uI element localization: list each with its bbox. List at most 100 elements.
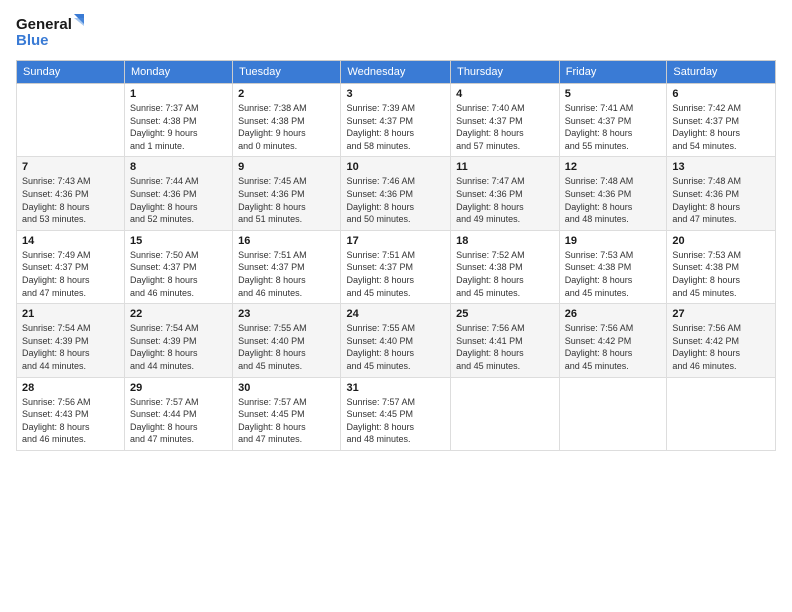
calendar-day-4: 4 Sunrise: 7:40 AM Sunset: 4:37 PM Daylig… xyxy=(451,84,560,157)
calendar-day-24: 24 Sunrise: 7:55 AM Sunset: 4:40 PM Dayli… xyxy=(341,304,451,377)
day-info: Sunrise: 7:55 AM Sunset: 4:40 PM Dayligh… xyxy=(238,322,335,372)
day-number: 4 xyxy=(456,88,554,100)
calendar-day-31: 31 Sunrise: 7:57 AM Sunset: 4:45 PM Dayli… xyxy=(341,377,451,450)
day-number: 26 xyxy=(565,308,662,320)
calendar-day-7: 7 Sunrise: 7:43 AM Sunset: 4:36 PM Daylig… xyxy=(17,157,125,230)
logo-svg: General Blue xyxy=(16,12,86,52)
day-number: 16 xyxy=(238,235,335,247)
calendar-day-20: 20 Sunrise: 7:53 AM Sunset: 4:38 PM Dayli… xyxy=(667,230,776,303)
calendar-week-row: 14Sunrise: 7:49 AM Sunset: 4:37 PM Dayli… xyxy=(17,230,776,303)
weekday-header-monday: Monday xyxy=(124,61,232,84)
day-number: 6 xyxy=(672,88,770,100)
day-info: Sunrise: 7:43 AM Sunset: 4:36 PM Dayligh… xyxy=(22,175,119,225)
weekday-header-saturday: Saturday xyxy=(667,61,776,84)
day-number: 5 xyxy=(565,88,662,100)
calendar-day-2: 2Sunrise: 7:38 AM Sunset: 4:38 PM Daylig… xyxy=(233,84,341,157)
day-number: 31 xyxy=(346,382,445,394)
page: General Blue SundayMondayTuesdayWednesda… xyxy=(0,0,792,612)
day-number: 10 xyxy=(346,161,445,173)
calendar-day-14: 14Sunrise: 7:49 AM Sunset: 4:37 PM Dayli… xyxy=(17,230,125,303)
day-number: 29 xyxy=(130,382,227,394)
day-number: 22 xyxy=(130,308,227,320)
day-number: 18 xyxy=(456,235,554,247)
day-number: 12 xyxy=(565,161,662,173)
day-info: Sunrise: 7:48 AM Sunset: 4:36 PM Dayligh… xyxy=(565,175,662,225)
calendar-day-23: 23Sunrise: 7:55 AM Sunset: 4:40 PM Dayli… xyxy=(233,304,341,377)
day-info: Sunrise: 7:39 AM Sunset: 4:37 PM Dayligh… xyxy=(346,102,445,152)
calendar-day-13: 13 Sunrise: 7:48 AM Sunset: 4:36 PM Dayli… xyxy=(667,157,776,230)
day-info: Sunrise: 7:40 AM Sunset: 4:37 PM Dayligh… xyxy=(456,102,554,152)
weekday-header-tuesday: Tuesday xyxy=(233,61,341,84)
calendar-day-28: 28 Sunrise: 7:56 AM Sunset: 4:43 PM Dayli… xyxy=(17,377,125,450)
calendar-day-8: 8 Sunrise: 7:44 AM Sunset: 4:36 PM Daylig… xyxy=(124,157,232,230)
calendar-day-26: 26 Sunrise: 7:56 AM Sunset: 4:42 PM Dayli… xyxy=(559,304,667,377)
calendar-day-15: 15 Sunrise: 7:50 AM Sunset: 4:37 PM Dayli… xyxy=(124,230,232,303)
calendar-day-6: 6 Sunrise: 7:42 AM Sunset: 4:37 PM Daylig… xyxy=(667,84,776,157)
weekday-header-wednesday: Wednesday xyxy=(341,61,451,84)
calendar-day-21: 21Sunrise: 7:54 AM Sunset: 4:39 PM Dayli… xyxy=(17,304,125,377)
day-number: 3 xyxy=(346,88,445,100)
day-number: 19 xyxy=(565,235,662,247)
day-info: Sunrise: 7:56 AM Sunset: 4:42 PM Dayligh… xyxy=(565,322,662,372)
day-info: Sunrise: 7:47 AM Sunset: 4:36 PM Dayligh… xyxy=(456,175,554,225)
day-number: 13 xyxy=(672,161,770,173)
day-number: 27 xyxy=(672,308,770,320)
day-number: 28 xyxy=(22,382,119,394)
day-info: Sunrise: 7:51 AM Sunset: 4:37 PM Dayligh… xyxy=(346,249,445,299)
day-number: 1 xyxy=(130,88,227,100)
calendar-day-9: 9 Sunrise: 7:45 AM Sunset: 4:36 PM Daylig… xyxy=(233,157,341,230)
svg-text:General: General xyxy=(16,16,72,33)
day-number: 20 xyxy=(672,235,770,247)
day-info: Sunrise: 7:55 AM Sunset: 4:40 PM Dayligh… xyxy=(346,322,445,372)
day-info: Sunrise: 7:57 AM Sunset: 4:45 PM Dayligh… xyxy=(238,396,335,446)
weekday-header-friday: Friday xyxy=(559,61,667,84)
day-number: 8 xyxy=(130,161,227,173)
day-number: 14 xyxy=(22,235,119,247)
calendar-header-row: SundayMondayTuesdayWednesdayThursdayFrid… xyxy=(17,61,776,84)
day-number: 15 xyxy=(130,235,227,247)
calendar-table: SundayMondayTuesdayWednesdayThursdayFrid… xyxy=(16,60,776,451)
day-info: Sunrise: 7:56 AM Sunset: 4:41 PM Dayligh… xyxy=(456,322,554,372)
day-number: 7 xyxy=(22,161,119,173)
calendar-day-17: 17 Sunrise: 7:51 AM Sunset: 4:37 PM Dayli… xyxy=(341,230,451,303)
calendar-day-29: 29 Sunrise: 7:57 AM Sunset: 4:44 PM Dayli… xyxy=(124,377,232,450)
calendar-day-18: 18 Sunrise: 7:52 AM Sunset: 4:38 PM Dayli… xyxy=(451,230,560,303)
logo: General Blue xyxy=(16,12,86,52)
calendar-day-16: 16Sunrise: 7:51 AM Sunset: 4:37 PM Dayli… xyxy=(233,230,341,303)
calendar-week-row: 21Sunrise: 7:54 AM Sunset: 4:39 PM Dayli… xyxy=(17,304,776,377)
day-number: 17 xyxy=(346,235,445,247)
calendar-day-12: 12 Sunrise: 7:48 AM Sunset: 4:36 PM Dayli… xyxy=(559,157,667,230)
calendar-day-11: 11Sunrise: 7:47 AM Sunset: 4:36 PM Dayli… xyxy=(451,157,560,230)
day-info: Sunrise: 7:45 AM Sunset: 4:36 PM Dayligh… xyxy=(238,175,335,225)
calendar-empty-cell xyxy=(451,377,560,450)
calendar-day-1: 1 Sunrise: 7:37 AM Sunset: 4:38 PM Daylig… xyxy=(124,84,232,157)
day-info: Sunrise: 7:42 AM Sunset: 4:37 PM Dayligh… xyxy=(672,102,770,152)
day-info: Sunrise: 7:56 AM Sunset: 4:43 PM Dayligh… xyxy=(22,396,119,446)
day-number: 25 xyxy=(456,308,554,320)
calendar-day-22: 22 Sunrise: 7:54 AM Sunset: 4:39 PM Dayli… xyxy=(124,304,232,377)
calendar-day-27: 27 Sunrise: 7:56 AM Sunset: 4:42 PM Dayli… xyxy=(667,304,776,377)
calendar-day-30: 30 Sunrise: 7:57 AM Sunset: 4:45 PM Dayli… xyxy=(233,377,341,450)
day-info: Sunrise: 7:50 AM Sunset: 4:37 PM Dayligh… xyxy=(130,249,227,299)
weekday-header-sunday: Sunday xyxy=(17,61,125,84)
day-info: Sunrise: 7:57 AM Sunset: 4:45 PM Dayligh… xyxy=(346,396,445,446)
day-info: Sunrise: 7:44 AM Sunset: 4:36 PM Dayligh… xyxy=(130,175,227,225)
calendar-day-3: 3 Sunrise: 7:39 AM Sunset: 4:37 PM Daylig… xyxy=(341,84,451,157)
day-number: 24 xyxy=(346,308,445,320)
day-info: Sunrise: 7:54 AM Sunset: 4:39 PM Dayligh… xyxy=(130,322,227,372)
day-info: Sunrise: 7:37 AM Sunset: 4:38 PM Dayligh… xyxy=(130,102,227,152)
day-number: 30 xyxy=(238,382,335,394)
day-info: Sunrise: 7:57 AM Sunset: 4:44 PM Dayligh… xyxy=(130,396,227,446)
weekday-header-thursday: Thursday xyxy=(451,61,560,84)
day-info: Sunrise: 7:46 AM Sunset: 4:36 PM Dayligh… xyxy=(346,175,445,225)
day-info: Sunrise: 7:53 AM Sunset: 4:38 PM Dayligh… xyxy=(672,249,770,299)
calendar-week-row: 1 Sunrise: 7:37 AM Sunset: 4:38 PM Daylig… xyxy=(17,84,776,157)
calendar-empty-cell xyxy=(667,377,776,450)
calendar-day-25: 25 Sunrise: 7:56 AM Sunset: 4:41 PM Dayli… xyxy=(451,304,560,377)
header: General Blue xyxy=(16,12,776,52)
day-number: 2 xyxy=(238,88,335,100)
day-info: Sunrise: 7:56 AM Sunset: 4:42 PM Dayligh… xyxy=(672,322,770,372)
day-number: 9 xyxy=(238,161,335,173)
day-info: Sunrise: 7:52 AM Sunset: 4:38 PM Dayligh… xyxy=(456,249,554,299)
day-info: Sunrise: 7:48 AM Sunset: 4:36 PM Dayligh… xyxy=(672,175,770,225)
